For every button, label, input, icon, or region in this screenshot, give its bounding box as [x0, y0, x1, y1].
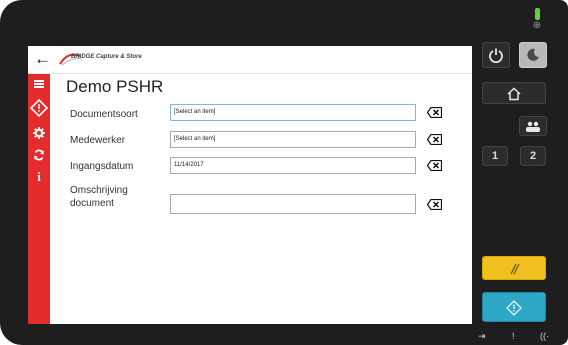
- ingangsdatum-label: Ingangsdatum: [70, 161, 134, 172]
- logo-text: BRIDGE Capture & Store: [71, 54, 142, 60]
- omschrijving-label: Omschrijving document: [70, 185, 128, 209]
- refresh-icon[interactable]: [28, 148, 50, 166]
- documentsoort-label: Documentsoort: [70, 109, 138, 120]
- sidebar: i: [28, 74, 50, 324]
- gear-icon[interactable]: [28, 126, 50, 144]
- user-directory-button[interactable]: [519, 116, 547, 136]
- power-led: [535, 8, 540, 20]
- sleep-button[interactable]: [519, 42, 547, 68]
- start-button[interactable]: [482, 292, 546, 322]
- page-title: Demo PSHR: [66, 77, 164, 96]
- clear-ingangsdatum-icon[interactable]: [427, 160, 442, 171]
- device-bezel: ⊕ ← BRIDGE Capture & Store i Demo PSHR D…: [0, 0, 568, 345]
- back-arrow-icon[interactable]: ←: [34, 49, 51, 69]
- reset-button[interactable]: [482, 256, 546, 280]
- home-button[interactable]: [482, 82, 546, 104]
- clear-documentsoort-icon[interactable]: [427, 107, 442, 118]
- documentsoort-select[interactable]: [Select an item]: [170, 104, 416, 121]
- login-icon[interactable]: ⇥: [478, 331, 486, 342]
- status-indicator-icon: !: [512, 331, 515, 341]
- scan-icon[interactable]: [28, 98, 50, 122]
- medewerker-select[interactable]: [Select an item]: [170, 131, 416, 148]
- omschrijving-input[interactable]: [170, 194, 416, 214]
- medewerker-label: Medewerker: [70, 135, 126, 146]
- info-icon[interactable]: i: [28, 169, 50, 185]
- copy-2-button[interactable]: 2: [520, 146, 546, 166]
- clear-omschrijving-icon[interactable]: [427, 199, 442, 210]
- ingangsdatum-input[interactable]: 11/14/2017: [170, 157, 416, 174]
- power-button[interactable]: [482, 42, 510, 68]
- copy-1-button[interactable]: 1: [482, 146, 508, 166]
- led-symbol-icon: ⊕: [532, 20, 542, 31]
- top-bar: ← BRIDGE Capture & Store: [28, 46, 472, 74]
- touch-screen: ← BRIDGE Capture & Store i Demo PSHR Doc…: [28, 46, 472, 324]
- nfc-icon: ((·: [540, 331, 549, 341]
- menu-icon[interactable]: [28, 77, 50, 95]
- clear-medewerker-icon[interactable]: [427, 134, 442, 145]
